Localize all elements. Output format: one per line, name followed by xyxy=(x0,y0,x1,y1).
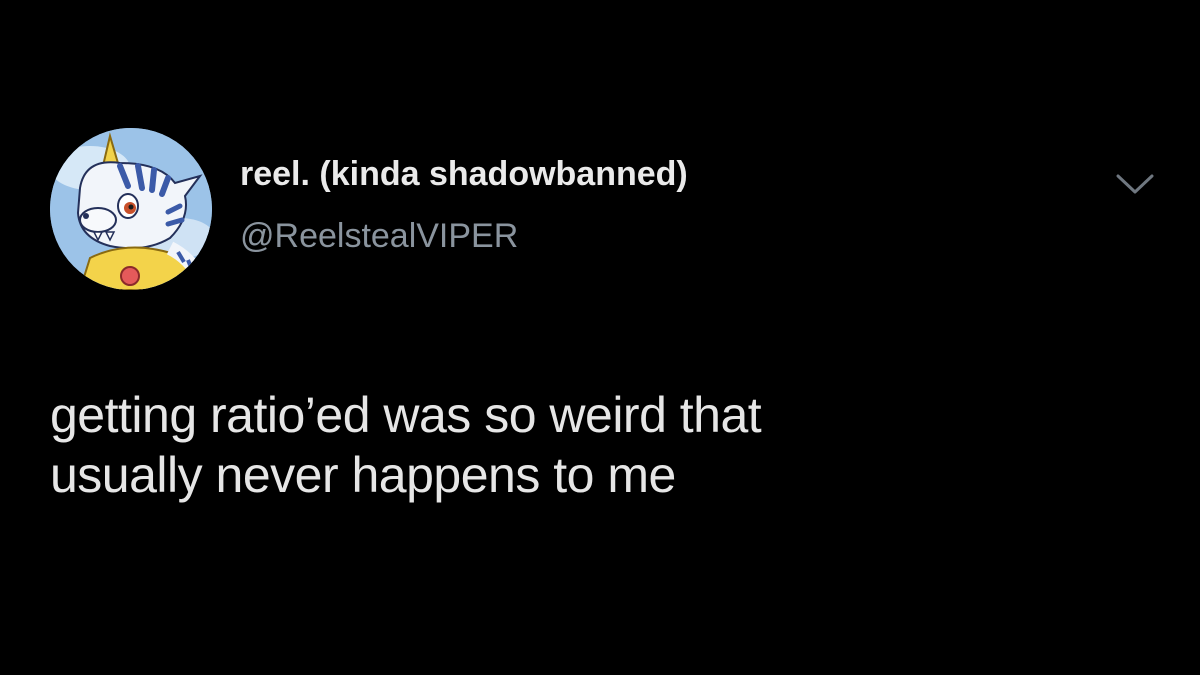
tweet-text-line: getting ratio’ed was so weird that xyxy=(50,387,762,443)
tweet-text: getting ratio’ed was so weird that usual… xyxy=(50,385,1150,505)
display-name[interactable]: reel. (kinda shadowbanned) xyxy=(240,155,688,194)
chevron-down-icon[interactable] xyxy=(1112,168,1158,198)
avatar-image xyxy=(50,128,212,290)
avatar[interactable] xyxy=(50,128,212,290)
tweet-card: reel. (kinda shadowbanned) @ReelstealVIP… xyxy=(0,0,1200,675)
user-handle[interactable]: @ReelstealVIPER xyxy=(240,217,518,256)
chevron-down-icon-graphic xyxy=(1116,174,1154,194)
tweet-text-line: usually never happens to me xyxy=(50,447,676,503)
